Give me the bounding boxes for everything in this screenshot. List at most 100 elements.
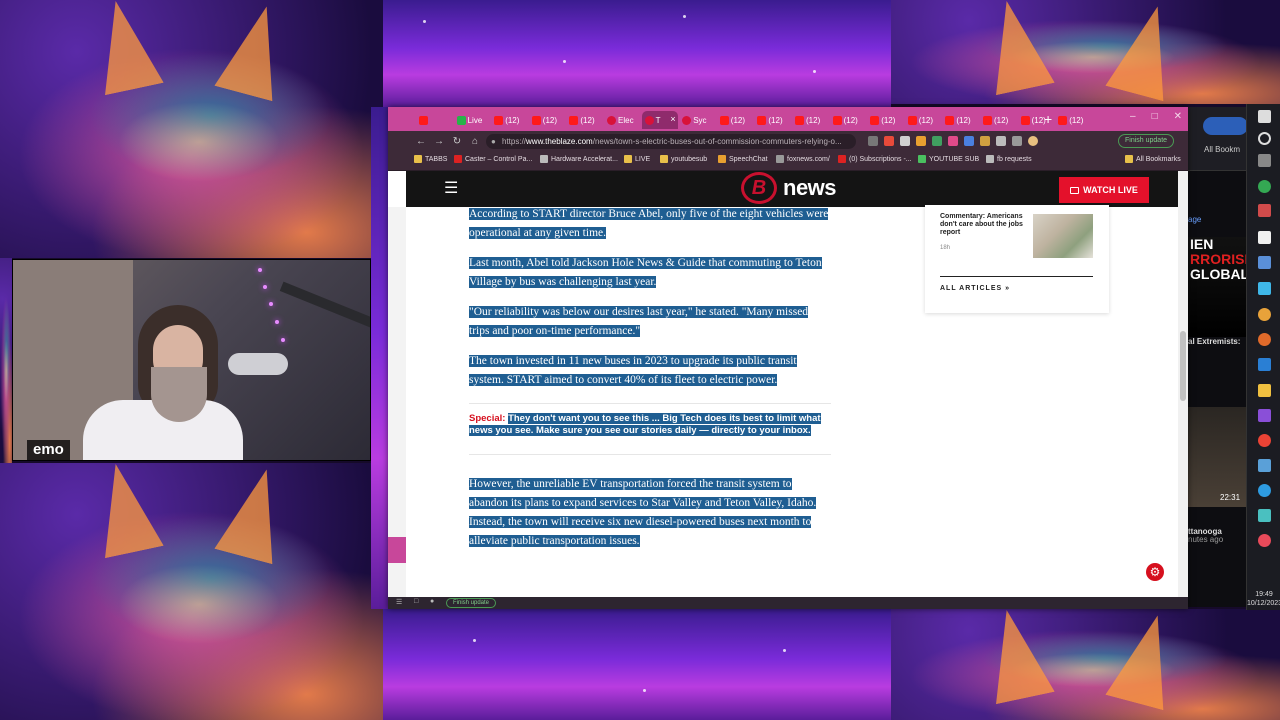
image-headline-line-3: GLOBAL (1190, 266, 1246, 282)
minimize-icon[interactable]: – (1130, 111, 1136, 122)
app-icon[interactable] (1258, 534, 1271, 547)
space-art-left-strip (371, 107, 388, 609)
bookmark-label: fb requests (997, 155, 1032, 163)
bookmark-item[interactable]: fb requests (986, 155, 1032, 163)
firefox-icon[interactable] (1258, 333, 1271, 346)
chrome-icon[interactable] (1258, 180, 1271, 193)
windows-start-icon[interactable] (1258, 110, 1271, 123)
file-icon[interactable] (1258, 231, 1271, 244)
app-icon[interactable] (1258, 409, 1271, 422)
browser-tab[interactable]: Live (454, 111, 490, 129)
extension-icon[interactable] (964, 136, 974, 146)
page-scrollbar[interactable] (1178, 171, 1188, 597)
extension-icon[interactable] (980, 136, 990, 146)
app-icon[interactable] (1258, 256, 1271, 269)
tab-label: (12) (881, 115, 896, 125)
browser-tab[interactable]: Elec (604, 111, 640, 129)
bookmark-item[interactable]: foxnews.com/ (776, 155, 830, 163)
bookmark-item[interactable]: All Bookmarks (1125, 155, 1181, 163)
browser-tab[interactable]: (12) (491, 111, 527, 129)
browser-tab[interactable]: (12) (754, 111, 790, 129)
extension-icon[interactable] (884, 136, 894, 146)
sidebar-icon[interactable] (1012, 136, 1022, 146)
newsletter-callout[interactable]: Special: They don't want you to see this… (469, 413, 831, 437)
browser-tab[interactable]: (12) (905, 111, 941, 129)
extension-icon[interactable] (932, 136, 942, 146)
app-icon[interactable] (1258, 308, 1271, 321)
finish-update-button[interactable]: Finish update (1118, 134, 1175, 148)
browser-tab[interactable]: Syc (679, 111, 715, 129)
settings-gear-icon[interactable]: ⚙ (1146, 563, 1164, 581)
browser-tab[interactable]: (12) (980, 111, 1016, 129)
bookmark-label: foxnews.com/ (787, 155, 830, 163)
browser-tab[interactable]: T × (641, 111, 678, 129)
browser-tab[interactable]: (12) (867, 111, 903, 129)
bookmark-item[interactable]: (0) Subscriptions -... (838, 155, 912, 163)
paragraph-text: The town invested in 11 new buses in 202… (469, 355, 797, 386)
browser-tab[interactable]: (12) (792, 111, 828, 129)
task-view-icon[interactable] (1258, 154, 1271, 167)
extensions-puzzle-icon[interactable] (996, 136, 1006, 146)
app-icon[interactable] (1258, 459, 1271, 472)
bookmark-folder-icon (838, 155, 846, 163)
bookmark-item[interactable]: youtubesub (660, 155, 707, 163)
profile-icon[interactable]: ● (430, 598, 434, 605)
bookmark-star-icon[interactable] (868, 136, 878, 146)
bookmark-item[interactable]: YOUTUBE SUB (918, 155, 979, 163)
bookmark-item[interactable]: Hardware Accelerat... (540, 155, 618, 163)
close-icon[interactable]: ✕ (1174, 111, 1182, 122)
browser-tab[interactable]: (12) (529, 111, 565, 129)
youtube-favicon-icon (531, 115, 541, 125)
mail-icon[interactable] (1258, 358, 1271, 371)
menu-icon[interactable]: ☰ (444, 181, 458, 197)
wolf-art-top-left (0, 0, 383, 258)
sidebar-toggle-icon[interactable]: ☰ (396, 598, 402, 606)
led-light (263, 285, 267, 289)
bookmark-item[interactable]: LIVE (624, 155, 650, 163)
bookmark-item[interactable]: SpeechChat (718, 155, 768, 163)
live-favicon-icon (456, 115, 466, 125)
browser-tab[interactable]: (12) (942, 111, 978, 129)
reload-icon[interactable]: ↻ (448, 136, 466, 147)
tab-close-icon[interactable]: × (670, 114, 675, 124)
watch-live-button[interactable]: WATCH LIVE (1059, 177, 1149, 203)
maximize-icon[interactable]: □ (1152, 111, 1158, 122)
status-finish-update[interactable]: Finish update (446, 598, 497, 608)
special-text: They don't want you to see this ... Big … (469, 413, 821, 436)
chrome-icon[interactable] (1258, 434, 1271, 447)
new-tab-button[interactable]: + (1044, 111, 1052, 127)
site-logo[interactable]: B news (741, 172, 837, 204)
address-bar[interactable]: ● https://www.theblaze.com/news/town-s-e… (486, 134, 856, 149)
related-article-title[interactable]: Commentary: Americans don't care about t… (940, 213, 1030, 237)
background-button[interactable] (1203, 117, 1246, 135)
browser-tab[interactable]: (12) (717, 111, 753, 129)
search-icon[interactable] (1258, 132, 1271, 145)
extension-icon[interactable] (900, 136, 910, 146)
app-icon[interactable] (1258, 509, 1271, 522)
browser-tab[interactable] (416, 111, 452, 129)
article-paragraph: According to START director Bruce Abel, … (469, 205, 831, 243)
taskbar-clock[interactable]: 19:49 10/12/2023 (1247, 590, 1280, 608)
extension-icon[interactable] (948, 136, 958, 146)
bookmark-item[interactable]: Caster – Control Pa... (454, 155, 532, 163)
related-article-thumbnail[interactable] (1033, 214, 1093, 258)
browser-tab[interactable]: (12) (830, 111, 866, 129)
app-icon[interactable] (1258, 282, 1271, 295)
home-icon[interactable]: ⌂ (466, 136, 484, 147)
back-icon[interactable]: ← (412, 136, 430, 147)
app-icon[interactable] (1258, 384, 1271, 397)
app-icon[interactable] (1258, 204, 1271, 217)
edge-icon[interactable] (1258, 484, 1271, 497)
bookmark-label: YOUTUBE SUB (929, 155, 980, 163)
all-articles-link[interactable]: ALL ARTICLES » (940, 285, 1010, 292)
extension-icon[interactable] (916, 136, 926, 146)
lock-icon: ● (491, 137, 496, 146)
scrollbar-thumb[interactable] (1180, 331, 1186, 401)
panel-icon[interactable]: □ (414, 598, 418, 605)
browser-tab[interactable]: (12) (1055, 111, 1091, 129)
profile-avatar[interactable] (1028, 136, 1038, 146)
divider (469, 403, 831, 404)
bookmark-item[interactable]: TABBS (414, 155, 447, 163)
forward-icon[interactable]: → (430, 136, 448, 147)
browser-tab[interactable]: (12) (566, 111, 602, 129)
